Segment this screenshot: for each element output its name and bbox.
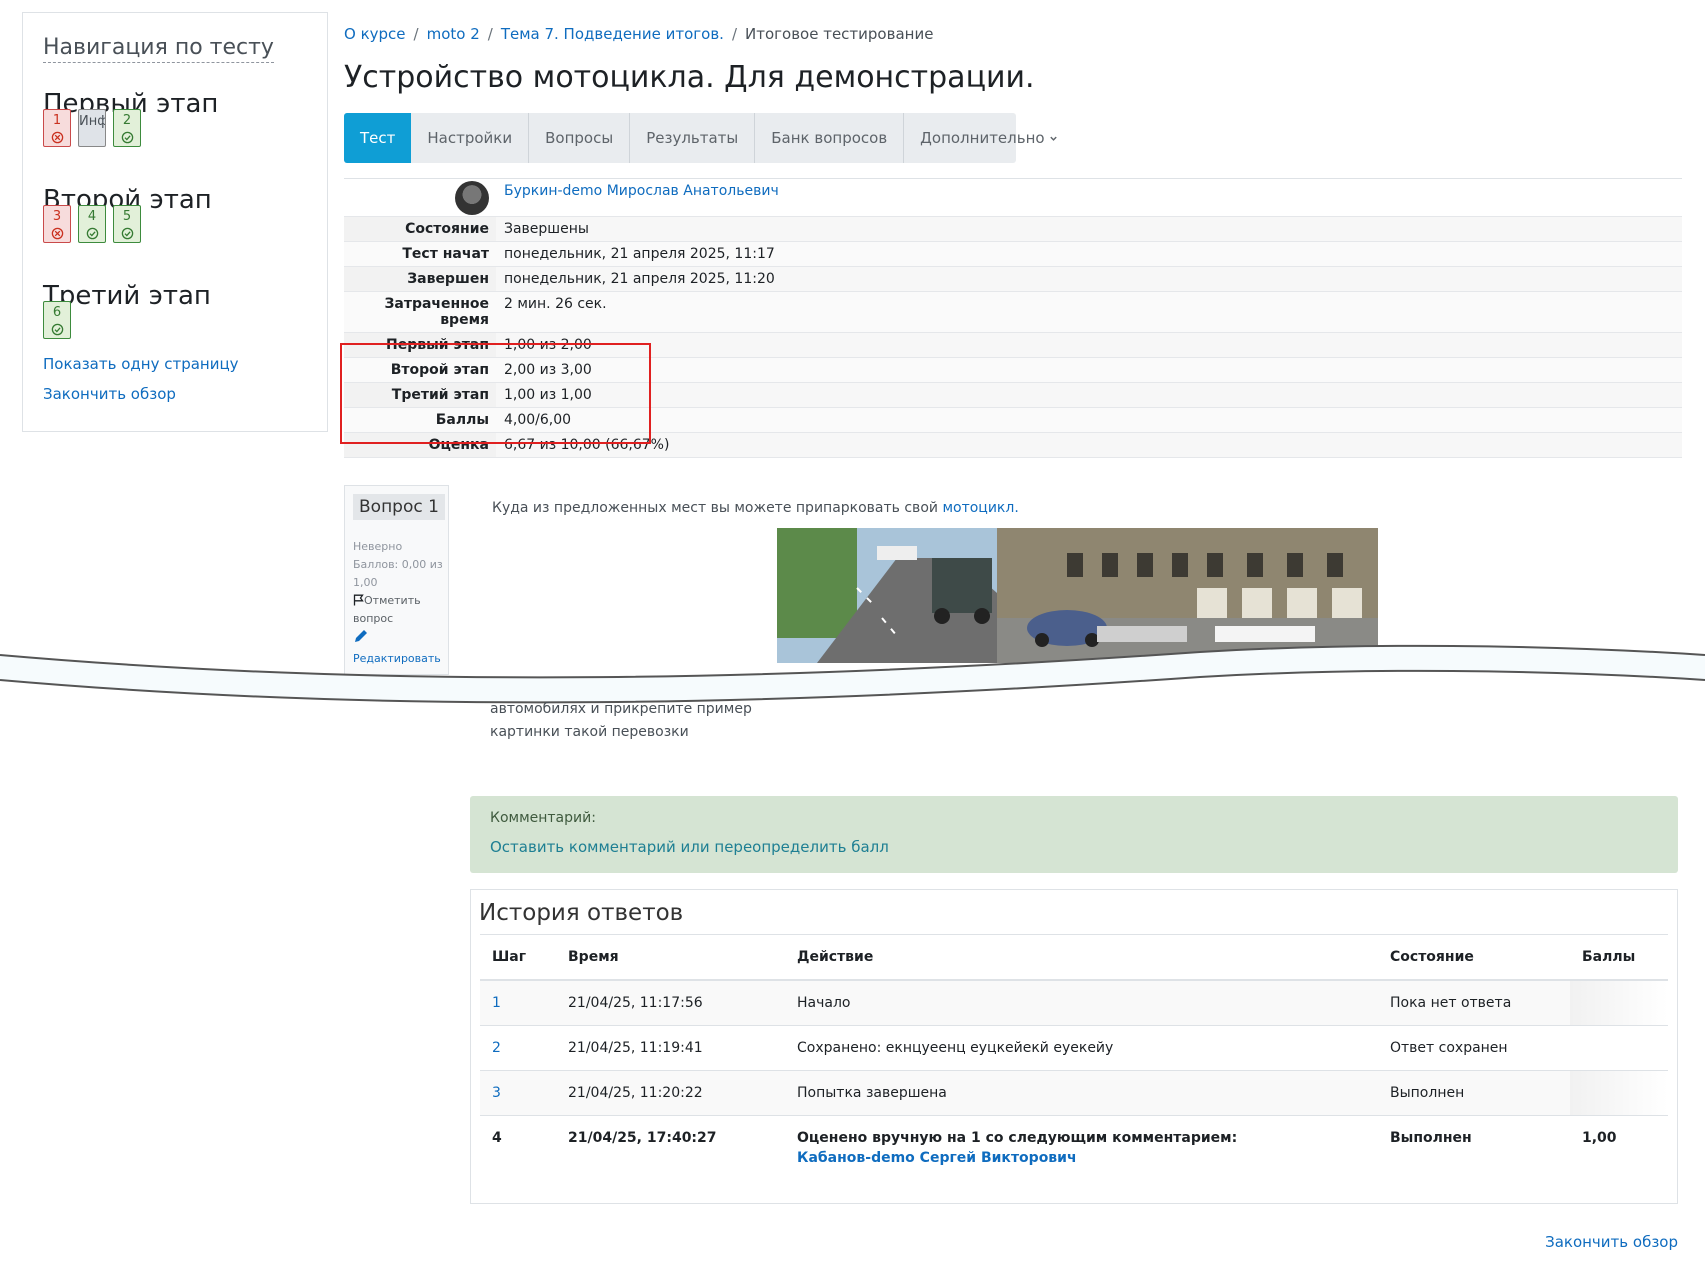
quiz-nav-button-3[interactable]: 3 — [43, 205, 71, 243]
breadcrumb-item-course[interactable]: О курсе — [344, 25, 406, 43]
breadcrumb-item-moto[interactable]: moto 2 — [427, 25, 480, 43]
question-status: Неверно — [353, 540, 403, 553]
breadcrumb-item-current: Итоговое тестирование — [745, 25, 934, 43]
summary-row-completed: Завершен понедельник, 21 апреля 2025, 11… — [344, 267, 1682, 292]
incorrect-icon — [51, 227, 64, 240]
summary-row-stage-2: Второй этап 2,00 из 3,00 — [344, 358, 1682, 383]
quiz-nav-button-6[interactable]: 6 — [43, 301, 71, 339]
flag-icon — [353, 594, 364, 606]
grader-name-link[interactable]: Кабанов-demo Сергей Викторович — [797, 1150, 1366, 1166]
tab-question-bank[interactable]: Банк вопросов — [755, 113, 905, 163]
chevron-down-icon — [1050, 136, 1058, 141]
screenshot-cut-line — [0, 644, 1705, 704]
question-number: Вопрос 1 — [353, 494, 445, 520]
breadcrumb-item-topic[interactable]: Тема 7. Подведение итогов. — [501, 25, 724, 43]
summary-row-grade: Оценка 6,67 из 10,00 (66,67%) — [344, 433, 1682, 458]
correct-icon — [86, 227, 99, 240]
correct-icon — [51, 323, 64, 336]
user-name-link[interactable]: Буркин-demo Мирослав Анатольевич — [504, 183, 779, 199]
quiz-nav-button-info[interactable]: Инф — [78, 109, 106, 147]
comment-block: Комментарий: Оставить комментарий или пе… — [470, 796, 1678, 873]
step-link-2[interactable]: 2 — [492, 1040, 501, 1056]
comment-override-link[interactable]: Оставить комментарий или переопределить … — [490, 838, 1658, 856]
quiz-navigation-title: Навигация по тесту — [43, 35, 274, 63]
quiz-nav-button-2[interactable]: 2 — [113, 109, 141, 147]
page-title: Устройство мотоцикла. Для демонстрации. — [344, 60, 1035, 95]
answer-text: автомобилях и прикрепите пример картинки… — [490, 701, 752, 740]
summary-row-stage-3: Третий этап 1,00 из 1,00 — [344, 383, 1682, 408]
table-row: 4 21/04/25, 17:40:27 Оценено вручную на … — [492, 1130, 1617, 1166]
table-row: 3 21/04/25, 11:20:22 Попытка завершена В… — [480, 1071, 1668, 1116]
breadcrumb: О курсе / moto 2/Тема 7. Подведение итогов… — [344, 25, 934, 43]
tab-settings[interactable]: Настройки — [411, 113, 530, 163]
attempt-summary-table: Буркин-demo Мирослав Анатольевич Состоян… — [344, 178, 1682, 458]
tab-results[interactable]: Результаты — [630, 113, 756, 163]
response-history: История ответов Шаг Время Действие Состо… — [470, 889, 1678, 1204]
table-header-row: Шаг Время Действие Состояние Баллы — [480, 935, 1668, 981]
step-link-3[interactable]: 3 — [492, 1085, 501, 1101]
summary-row-state: Состояние Завершены — [344, 217, 1682, 242]
quiz-navigation-block: Навигация по тесту Первый этап 1 Инф 2 В… — [22, 12, 328, 432]
table-row: 1 21/04/25, 11:17:56 Начало Пока нет отв… — [480, 981, 1668, 1026]
tab-bar: Тест Настройки Вопросы Результаты Банк в… — [344, 113, 1058, 163]
comment-label: Комментарий: — [490, 810, 596, 826]
quiz-nav-button-4[interactable]: 4 — [78, 205, 106, 243]
summary-row-started: Тест начат понедельник, 21 апреля 2025, … — [344, 242, 1682, 267]
tab-questions[interactable]: Вопросы — [529, 113, 631, 163]
summary-row-time-taken: Затраченное время 2 мин. 26 сек. — [344, 292, 1682, 333]
question-marks: Баллов: 0,00 из 1,00 — [353, 558, 443, 589]
incorrect-icon — [51, 131, 64, 144]
question-text-link[interactable]: мотоцикл. — [942, 500, 1018, 516]
flag-question-link[interactable]: Отметить вопрос — [353, 592, 445, 628]
summary-row-stage-1: Первый этап 1,00 из 2,00 — [344, 333, 1682, 358]
response-history-table: Шаг Время Действие Состояние Баллы 1 21/… — [480, 934, 1668, 1180]
tab-quiz[interactable]: Тест — [344, 113, 412, 163]
summary-row-marks: Баллы 4,00/6,00 — [344, 408, 1682, 433]
question-text: Куда из предложенных мест вы можете прип… — [492, 500, 1019, 516]
step-link-1[interactable]: 1 — [492, 995, 501, 1011]
avatar[interactable] — [455, 181, 489, 215]
finish-review-bottom-link[interactable]: Закончить обзор — [1545, 1233, 1678, 1251]
summary-row-user: Буркин-demo Мирослав Анатольевич — [344, 179, 1682, 217]
finish-review-link[interactable]: Закончить обзор — [43, 385, 176, 403]
quiz-nav-button-5[interactable]: 5 — [113, 205, 141, 243]
quiz-nav-button-1[interactable]: 1 — [43, 109, 71, 147]
table-row: 2 21/04/25, 11:19:41 Сохранено: екнцуеен… — [480, 1026, 1668, 1071]
response-history-title: История ответов — [479, 900, 684, 926]
show-one-page-link[interactable]: Показать одну страницу — [43, 355, 239, 373]
correct-icon — [121, 227, 134, 240]
correct-icon — [121, 131, 134, 144]
tab-more[interactable]: Дополнительно — [904, 113, 1074, 163]
